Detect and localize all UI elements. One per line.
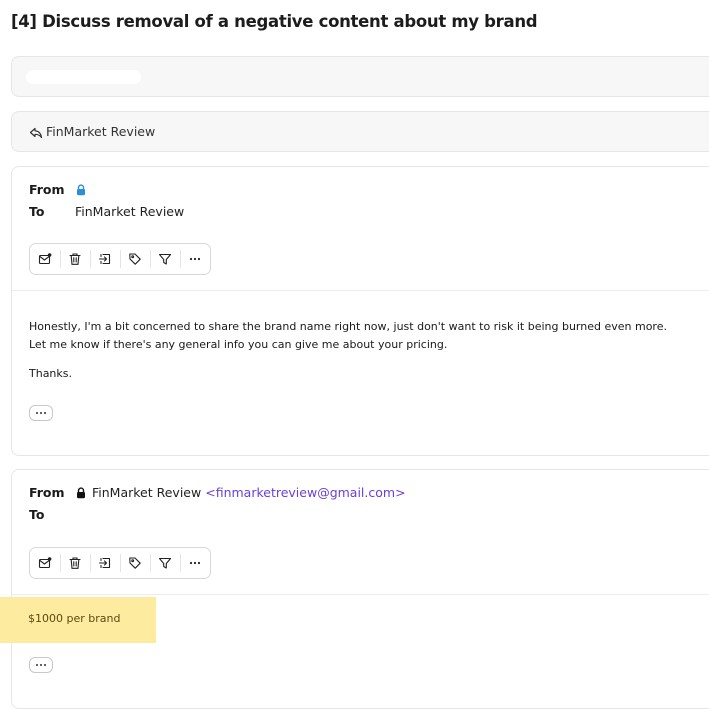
reply-icon [29, 125, 43, 139]
label-button[interactable] [120, 548, 150, 578]
reply-label: FinMarket Review [46, 124, 156, 139]
message-body-line: Let me know if there's any general info … [29, 338, 448, 351]
divider [12, 290, 709, 291]
ellipsis-icon [36, 664, 46, 666]
to-value: FinMarket Review [75, 204, 185, 219]
divider [12, 594, 709, 595]
message-card: From To FinMarket Review Honestly, I'm a… [11, 166, 709, 456]
mark-unread-button[interactable] [30, 548, 60, 578]
message-toolbar [29, 547, 211, 579]
mark-unread-button[interactable] [30, 244, 60, 274]
mark-unread-icon [38, 557, 52, 569]
message-body-line: Thanks. [29, 367, 73, 380]
search-bar[interactable] [11, 56, 709, 97]
sender-email[interactable]: <finmarketreview@gmail.com> [205, 485, 405, 500]
move-to-folder-icon [98, 557, 111, 569]
more-actions-button[interactable] [180, 548, 210, 578]
filter-button[interactable] [150, 244, 180, 274]
move-to-folder-icon [98, 253, 111, 265]
from-row: From FinMarket Review <finmarketreview@g… [29, 485, 406, 500]
sender-name: FinMarket Review [92, 485, 202, 500]
ellipsis-icon [36, 412, 46, 414]
message-toolbar [29, 243, 211, 275]
search-pill [26, 70, 141, 84]
delete-button[interactable] [60, 244, 90, 274]
tag-icon [129, 557, 141, 569]
more-icon [189, 257, 201, 261]
label-button[interactable] [120, 244, 150, 274]
filter-button[interactable] [150, 548, 180, 578]
from-label: From [29, 182, 65, 197]
from-row: From [29, 182, 92, 197]
message-card: From FinMarket Review <finmarketreview@g… [11, 469, 709, 709]
from-label: From [29, 485, 65, 500]
to-row: To FinMarket Review [29, 204, 184, 219]
more-icon [189, 561, 201, 565]
trash-icon [69, 253, 81, 265]
more-actions-button[interactable] [180, 244, 210, 274]
message-body-line: $1000 per brand [28, 612, 121, 625]
show-quoted-button[interactable] [29, 405, 53, 421]
tag-icon [129, 253, 141, 265]
lock-icon [75, 183, 87, 196]
move-button[interactable] [90, 548, 120, 578]
message-body-line: Honestly, I'm a bit concerned to share t… [29, 320, 667, 333]
move-button[interactable] [90, 244, 120, 274]
trash-icon [69, 557, 81, 569]
to-row: To [29, 507, 75, 522]
show-quoted-button[interactable] [29, 657, 53, 673]
delete-button[interactable] [60, 548, 90, 578]
to-label: To [29, 507, 45, 522]
page-title: [4] Discuss removal of a negative conten… [11, 12, 538, 31]
filter-icon [158, 557, 172, 569]
reply-bar[interactable]: FinMarket Review [11, 111, 709, 152]
to-label: To [29, 204, 45, 219]
lock-icon [75, 486, 87, 499]
filter-icon [158, 253, 172, 265]
mark-unread-icon [38, 253, 52, 265]
